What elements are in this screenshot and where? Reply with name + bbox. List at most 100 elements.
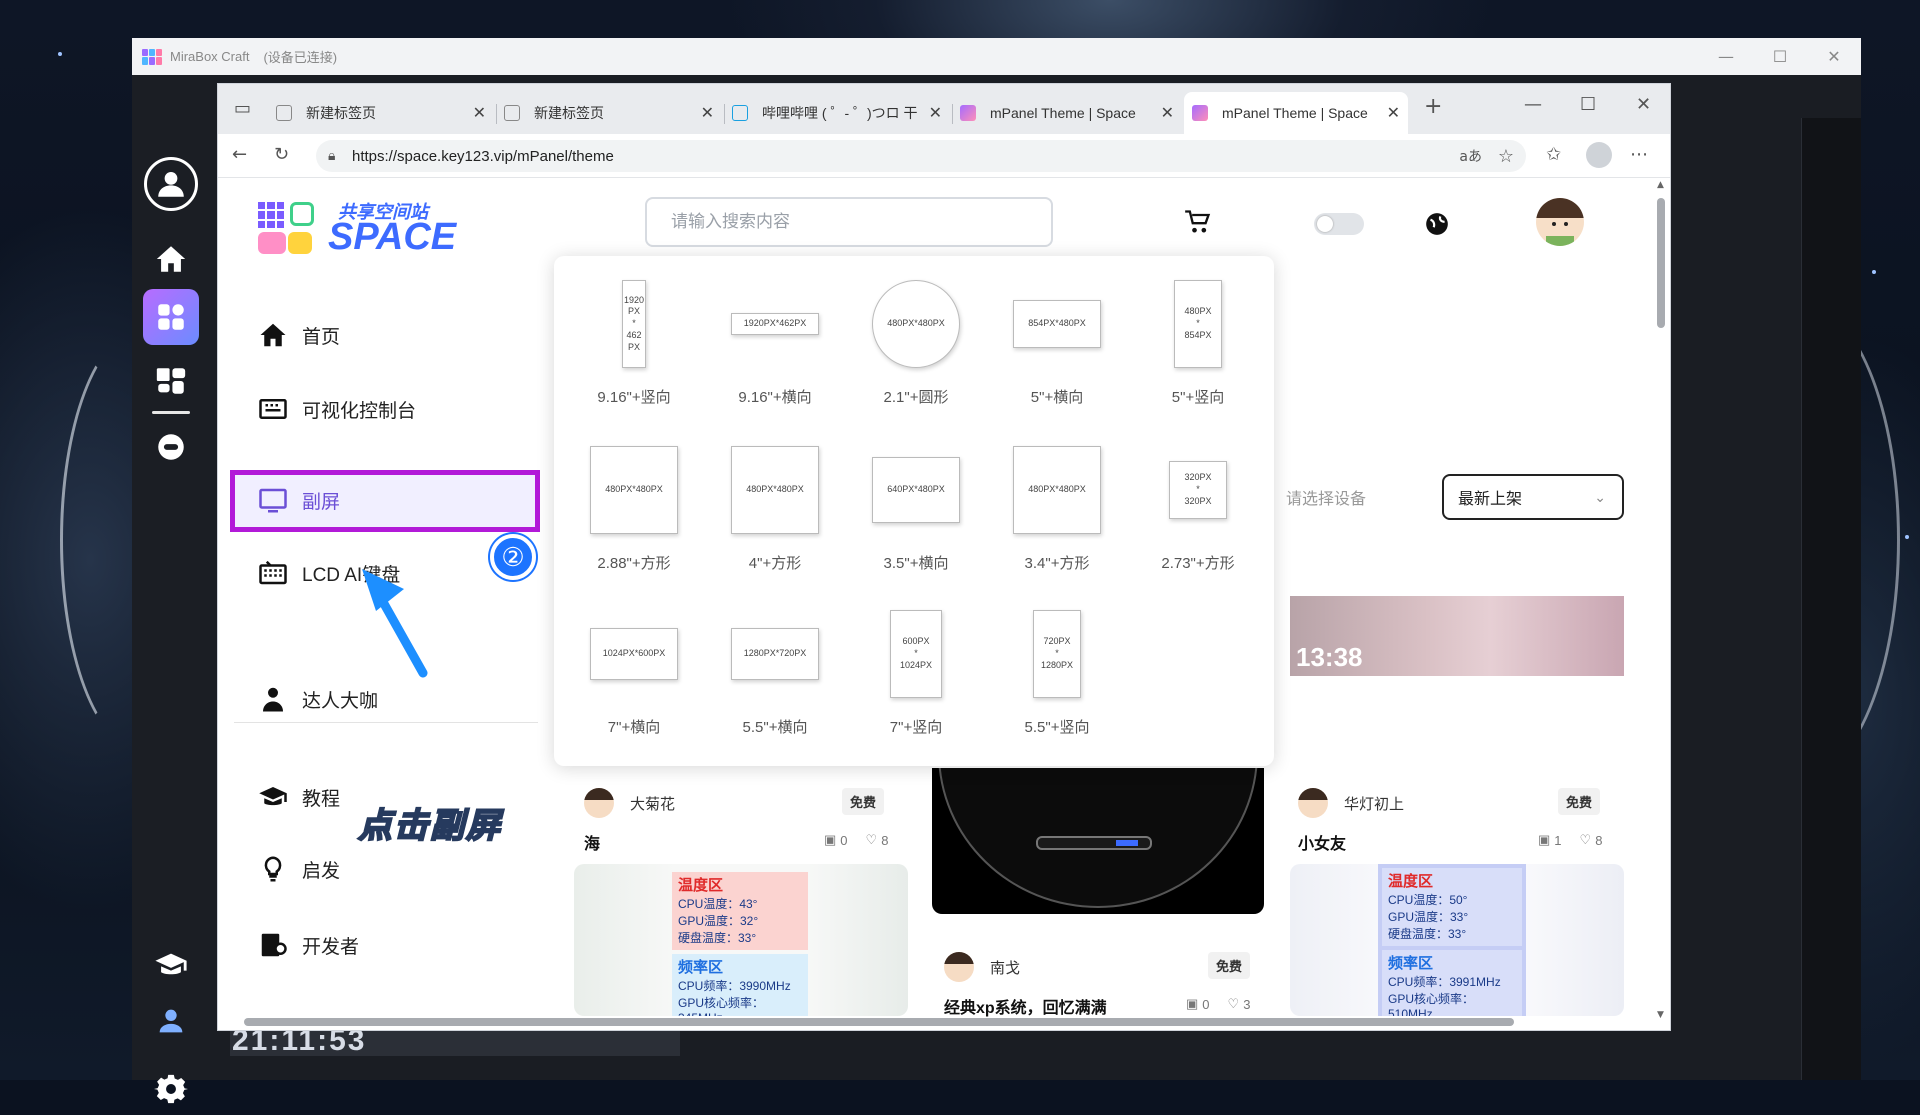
screen-option[interactable]: 600PX * 1024PX 7"+竖向	[846, 598, 986, 758]
wallpaper-star	[58, 52, 62, 56]
nav-inspiration[interactable]: 启发	[258, 854, 340, 884]
menu-dots-icon[interactable]: ⋯	[1630, 144, 1648, 165]
nav-visual-console[interactable]: 可视化控制台	[258, 394, 416, 424]
browser-minimize-icon[interactable]: —	[1524, 94, 1542, 115]
vertical-scrollbar[interactable]: ▲ ▼	[1656, 180, 1666, 1020]
tab-close-icon[interactable]: ✕	[701, 103, 714, 123]
browser-maximize-icon[interactable]: ☐	[1580, 94, 1596, 115]
tab-actions-icon[interactable]: ▭	[234, 98, 251, 119]
screen-option[interactable]: 480PX*480PX 2.1"+圆形	[846, 268, 986, 428]
device-select[interactable]: 请选择设备	[1266, 474, 1440, 520]
screen-size-frame: 480PX*480PX	[590, 446, 678, 534]
scroll-thumb[interactable]	[244, 1018, 1514, 1026]
graduation-cap-icon[interactable]	[145, 939, 197, 991]
screen-option[interactable]: 1024PX*600PX 7"+横向	[564, 598, 704, 758]
tab-close-icon[interactable]: ✕	[1161, 103, 1174, 123]
tab-close-icon[interactable]: ✕	[1387, 103, 1400, 123]
screen-size-frame: 320PX * 320PX	[1169, 461, 1227, 519]
site-logo[interactable]: 共享空间站 SPACE	[258, 198, 518, 260]
screen-option[interactable]: 480PX*480PX 2.88"+方形	[564, 434, 704, 594]
card-2-author[interactable]: 南戈	[944, 952, 1020, 982]
tab-newtab-1[interactable]: 新建标签页 ✕	[276, 92, 494, 134]
space-plugin-icon[interactable]	[145, 355, 197, 407]
close-icon[interactable]: ✕	[1807, 38, 1861, 75]
translate-icon[interactable]: aあ	[1459, 146, 1482, 166]
language-globe-icon[interactable]	[1424, 211, 1450, 237]
screen-option[interactable]: 480PX*480PX 3.4"+方形	[987, 434, 1127, 594]
nav-home[interactable]: 首页	[258, 320, 340, 350]
screen-option-label: 3.4"+方形	[1024, 555, 1090, 572]
scroll-up-icon[interactable]: ▲	[1657, 180, 1664, 190]
tab-newtab-2[interactable]: 新建标签页 ✕	[504, 92, 722, 134]
scroll-thumb[interactable]	[1657, 198, 1665, 328]
gpu-temp: GPU温度：33°	[1388, 910, 1469, 924]
screen-option[interactable]: 480PX * 854PX 5"+竖向	[1128, 268, 1268, 428]
heart-icon[interactable]: ♡	[1580, 832, 1592, 848]
card-1-title[interactable]: 海	[584, 830, 600, 854]
horizontal-scrollbar[interactable]	[234, 1018, 1650, 1028]
mirabox-titlebar[interactable]: MiraBox Craft (设备已连接) — ☐ ✕	[132, 38, 1861, 75]
card-3-title[interactable]: 小女友	[1298, 830, 1346, 854]
apps-icon[interactable]	[143, 289, 199, 345]
users-icon[interactable]	[145, 995, 197, 1047]
maximize-icon[interactable]: ☐	[1753, 38, 1807, 75]
logo-gamepad-icon	[290, 202, 314, 226]
card-3-author[interactable]: 华灯初上	[1298, 788, 1404, 818]
screen-option[interactable]: 480PX*480PX 4"+方形	[705, 434, 845, 594]
nav-developer[interactable]: 开发者	[258, 930, 359, 960]
tab-space-active[interactable]: mPanel Theme | Space ✕	[1184, 92, 1408, 134]
browser-close-icon[interactable]: ✕	[1636, 94, 1651, 115]
screen-option[interactable]: 1920 PX * 462 PX 9.16"+竖向	[564, 268, 704, 428]
card-1-author[interactable]: 大菊花	[584, 788, 675, 818]
tab-space-1[interactable]: mPanel Theme | Space ✕	[960, 92, 1182, 134]
theme-toggle[interactable]	[1314, 213, 1364, 235]
favorite-star-icon[interactable]: ☆	[1498, 146, 1514, 167]
heart-icon[interactable]: ♡	[1228, 996, 1240, 1012]
nav-secondary-screen[interactable]: 副屏	[258, 485, 340, 515]
url-text[interactable]: https://space.key123.vip/mPanel/theme	[352, 148, 614, 165]
expert-icon	[263, 687, 283, 712]
screen-option-label: 9.16"+竖向	[597, 389, 671, 406]
back-arrow-icon[interactable]: ←	[232, 144, 247, 165]
gamepad-off-icon[interactable]	[145, 421, 197, 473]
tab-bilibili[interactable]: 哔哩哔哩 ( ゜- ゜)つロ 干 ✕	[732, 92, 950, 134]
screen-option[interactable]: 320PX * 320PX 2.73"+方形	[1128, 434, 1268, 594]
screen-option[interactable]: 854PX*480PX 5"+横向	[987, 268, 1127, 428]
screen-option[interactable]: 720PX * 1280PX 5.5"+竖向	[987, 598, 1127, 758]
favorites-icon[interactable]: ✩	[1546, 144, 1561, 165]
comment-icon: ▣	[824, 832, 837, 847]
settings-gear-icon[interactable]	[145, 1063, 197, 1115]
tab-close-icon[interactable]: ✕	[929, 103, 942, 123]
nav-experts[interactable]: 达人大咖	[258, 684, 378, 714]
search-input[interactable]	[671, 212, 1011, 232]
account-icon[interactable]	[144, 157, 198, 211]
new-tab-plus-icon[interactable]: +	[1424, 94, 1442, 119]
sort-select[interactable]: 最新上架 ⌄	[1442, 474, 1624, 520]
card-3-thumbnail[interactable]: 13:38	[1290, 560, 1624, 728]
user-avatar[interactable]	[1536, 198, 1584, 246]
profile-icon[interactable]	[1586, 142, 1612, 168]
minimize-icon[interactable]: —	[1699, 38, 1753, 75]
author-name: 南戈	[990, 959, 1021, 977]
screen-option[interactable]: 640PX*480PX 3.5"+横向	[846, 434, 986, 594]
tab-close-icon[interactable]: ✕	[473, 103, 486, 123]
cpu-freq: CPU频率：3990MHz	[678, 979, 791, 993]
card-2-title[interactable]: 经典xp系统，回忆满满	[944, 994, 1107, 1018]
home-icon[interactable]	[145, 233, 197, 285]
scroll-down-icon[interactable]: ▼	[1657, 1010, 1664, 1020]
screen-option[interactable]: 1280PX*720PX 5.5"+横向	[705, 598, 845, 758]
nav-tutorial[interactable]: 教程	[258, 782, 340, 812]
site-info-icon[interactable]: 🔒︎	[328, 148, 335, 164]
card-2-thumbnail[interactable]	[932, 768, 1264, 914]
card-2-free-tag: 免费	[1208, 952, 1251, 979]
temp-card-1[interactable]: 温度区 CPU温度：43° GPU温度：32° 硬盘温度：33° 频率区 CPU…	[574, 864, 908, 1016]
screen-option[interactable]: 1920PX*462PX 9.16"+横向	[705, 268, 845, 428]
url-bar[interactable]: 🔒︎ https://space.key123.vip/mPanel/theme…	[316, 140, 1526, 172]
reload-icon[interactable]: ↻	[274, 144, 289, 165]
logo-chat-icon	[258, 232, 286, 254]
logo-grid-icon	[258, 202, 284, 228]
temp-card-2[interactable]: 温度区 CPU温度：50° GPU温度：33° 硬盘温度：33° 频率区 CPU…	[1290, 864, 1624, 1016]
cart-icon[interactable]	[1183, 208, 1213, 243]
heart-icon[interactable]: ♡	[866, 832, 878, 848]
search-box[interactable]	[645, 197, 1053, 247]
